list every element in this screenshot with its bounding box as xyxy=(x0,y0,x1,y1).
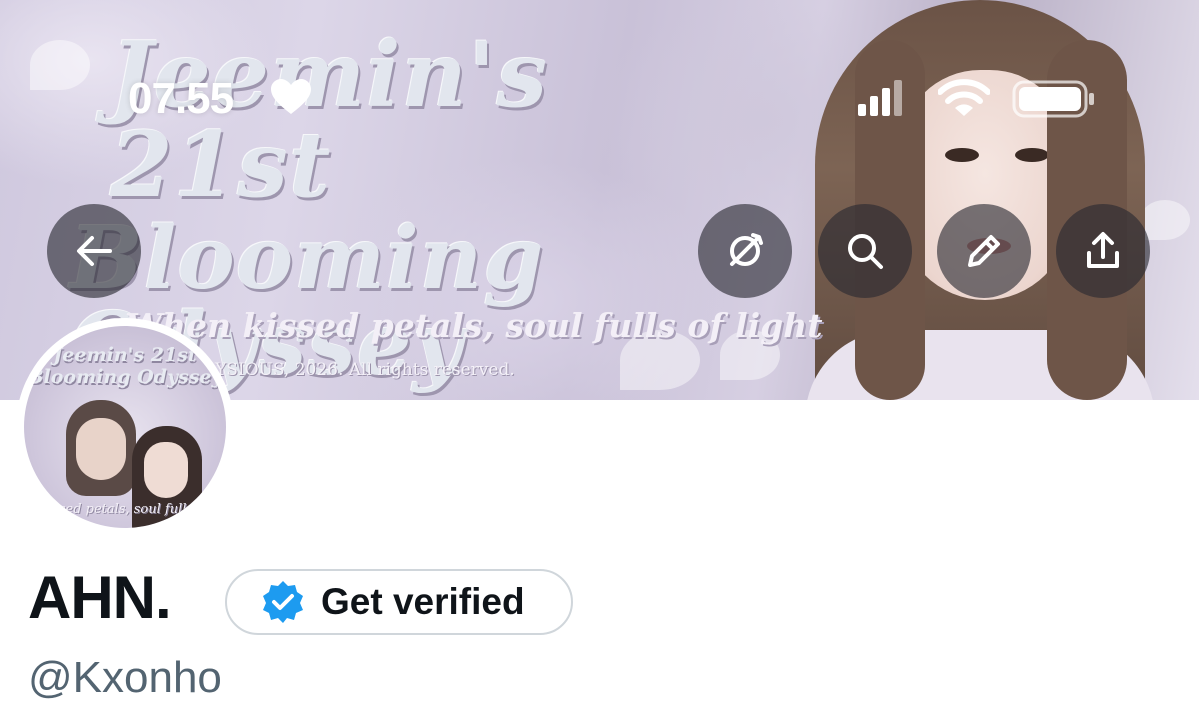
wifi-icon xyxy=(938,79,990,116)
avatar-tagline: kissed petals, soul fulls of xyxy=(40,502,210,517)
share-icon xyxy=(1087,232,1119,268)
get-verified-button[interactable]: Get verified xyxy=(225,569,573,635)
banner-portrait xyxy=(805,0,1155,400)
status-time: 07.55 xyxy=(128,74,234,123)
battery-icon xyxy=(1012,80,1094,118)
avatar-title-line2: Blooming Odyssey xyxy=(27,366,223,388)
heart-icon xyxy=(271,79,311,114)
banner-tagline: When kissed petals, soul fulls of light xyxy=(125,306,823,345)
translate-button[interactable] xyxy=(698,204,792,298)
back-arrow-icon xyxy=(77,236,112,266)
edit-button[interactable] xyxy=(937,204,1031,298)
verified-badge-icon xyxy=(263,581,303,623)
search-button[interactable] xyxy=(818,204,912,298)
get-verified-label: Get verified xyxy=(321,581,525,622)
back-button[interactable] xyxy=(47,204,141,298)
user-handle: @Kxonho xyxy=(28,653,222,702)
pencil-icon xyxy=(968,235,1000,267)
avatar-image: Jeemin's 21st Blooming Odyssey kissed pe… xyxy=(24,326,226,528)
profile-avatar[interactable]: Jeemin's 21st Blooming Odyssey kissed pe… xyxy=(16,318,234,536)
petal-decoration xyxy=(1140,200,1190,240)
share-button[interactable] xyxy=(1056,204,1150,298)
search-icon xyxy=(848,234,883,269)
translate-icon xyxy=(730,233,763,266)
cellular-signal-icon xyxy=(858,80,902,116)
avatar-title-line1: Jeemin's 21st xyxy=(53,344,197,366)
display-name: AHN. xyxy=(28,564,172,631)
